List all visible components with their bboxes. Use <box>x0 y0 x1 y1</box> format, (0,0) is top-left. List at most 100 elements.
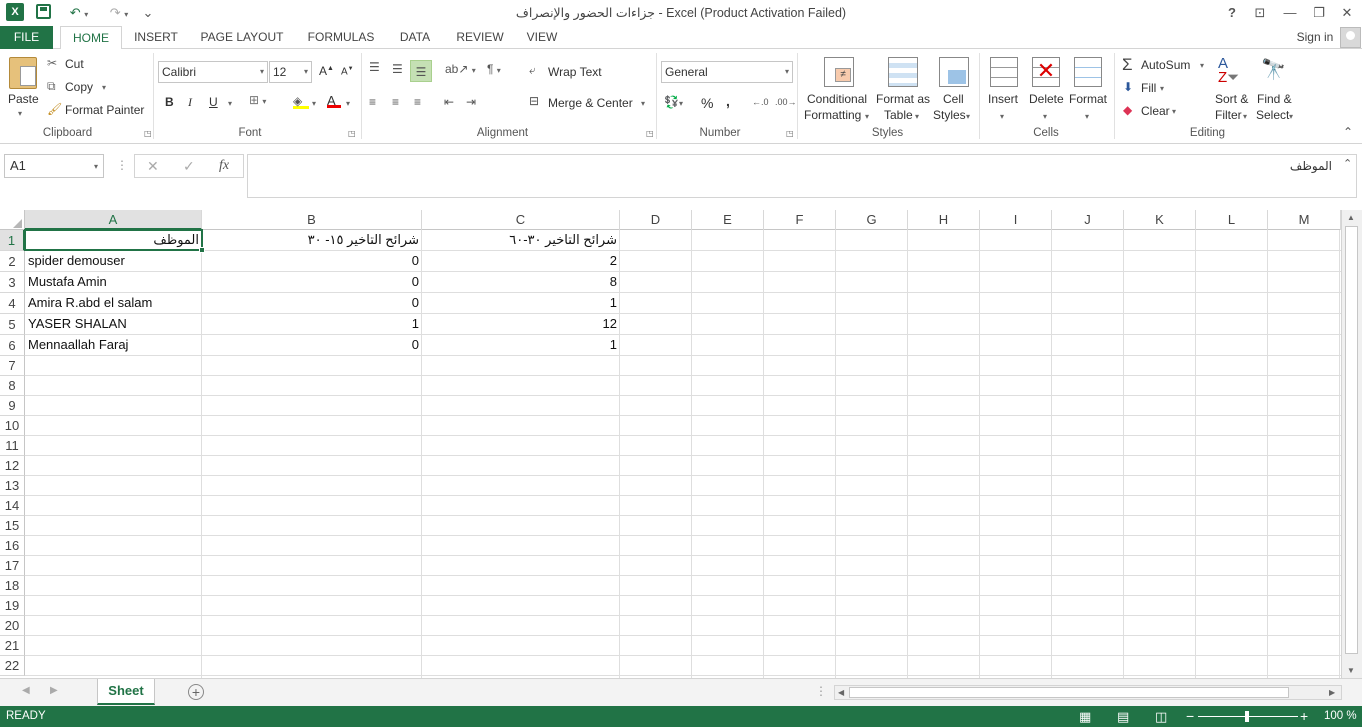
clear-button[interactable]: Clear <box>1141 104 1170 118</box>
cell-c3[interactable]: 8 <box>422 272 620 292</box>
row-header[interactable]: 10 <box>0 416 25 436</box>
row-header[interactable]: 4 <box>0 293 25 314</box>
align-middle-icon[interactable]: ☰ <box>392 62 403 76</box>
row-header[interactable]: 7 <box>0 356 25 376</box>
cell-c5[interactable]: 12 <box>422 314 620 334</box>
cell-a6[interactable]: Mennaallah Faraj <box>25 335 202 355</box>
column-header-f[interactable]: F <box>764 210 836 230</box>
font-launcher-icon[interactable]: ◳ <box>348 129 356 138</box>
expand-formula-icon[interactable]: ⌃ <box>1343 157 1352 170</box>
cell-c2[interactable]: 2 <box>422 251 620 271</box>
normal-view-icon[interactable]: ▦ <box>1079 709 1091 725</box>
insert-function-icon[interactable]: fx <box>219 158 229 174</box>
row-header[interactable]: 12 <box>0 456 25 476</box>
fill-dropdown-icon[interactable]: ▾ <box>1160 84 1164 93</box>
formula-bar-splitter-icon[interactable]: ⋮ <box>116 158 128 172</box>
column-header-j[interactable]: J <box>1052 210 1124 230</box>
select-all-corner[interactable] <box>0 210 25 230</box>
fill-button[interactable]: Fill <box>1141 81 1156 95</box>
sort-filter-button[interactable]: Sort & <box>1215 92 1248 106</box>
find-select-label-2[interactable]: Select <box>1256 108 1289 122</box>
column-header-a[interactable]: A <box>25 210 202 230</box>
cell-styles-button[interactable]: Cell <box>943 92 964 106</box>
conditional-formatting-label-2[interactable]: Formatting <box>804 108 861 122</box>
column-header-i[interactable]: I <box>980 210 1052 230</box>
format-cells-button[interactable]: Format <box>1069 92 1107 106</box>
comma-button[interactable]: , <box>726 93 730 109</box>
tab-view[interactable]: VIEW <box>520 26 564 49</box>
name-box[interactable]: A1 ▾ <box>4 154 104 178</box>
currency-icon[interactable]: 💱▾ <box>664 95 683 109</box>
font-size-select[interactable]: 12 ▾ <box>269 61 312 83</box>
borders-icon[interactable]: ⊞ ▾ <box>249 93 266 107</box>
row-header[interactable]: 15 <box>0 516 25 536</box>
page-break-view-icon[interactable]: ◫ <box>1155 709 1167 725</box>
cell-b1[interactable]: شرائح التاخير ١٥- ٣٠ <box>202 230 422 250</box>
vertical-scroll-thumb[interactable] <box>1345 226 1358 654</box>
new-sheet-icon[interactable]: + <box>188 684 204 700</box>
row-header[interactable]: 22 <box>0 656 25 676</box>
row-header[interactable]: 2 <box>0 251 25 272</box>
row-header[interactable]: 16 <box>0 536 25 556</box>
tab-file[interactable]: FILE <box>0 26 53 49</box>
column-header-k[interactable]: K <box>1124 210 1196 230</box>
paste-dropdown-icon[interactable]: ▾ <box>18 109 22 118</box>
tab-home[interactable]: HOME <box>60 26 122 50</box>
restore-button[interactable]: ❐ <box>1309 3 1329 23</box>
align-left-icon[interactable]: ≡ <box>369 95 376 109</box>
row-header[interactable]: 14 <box>0 496 25 516</box>
ribbon-display-icon[interactable]: ⊡ <box>1251 3 1269 23</box>
sign-in-link[interactable]: Sign in <box>1290 26 1340 49</box>
decrease-indent-icon[interactable]: ⇤ <box>444 95 454 109</box>
autosum-dropdown-icon[interactable]: ▾ <box>1200 61 1204 70</box>
increase-decimal-icon[interactable]: ←.0 <box>752 97 769 107</box>
column-header-d[interactable]: D <box>620 210 692 230</box>
tab-page-layout[interactable]: PAGE LAYOUT <box>196 26 288 49</box>
tab-data[interactable]: DATA <box>392 26 438 49</box>
underline-dropdown-icon[interactable]: ▾ <box>228 99 232 108</box>
column-header-e[interactable]: E <box>692 210 764 230</box>
row-header[interactable]: 20 <box>0 616 25 636</box>
insert-dropdown-icon[interactable]: ▾ <box>1000 112 1004 121</box>
page-layout-view-icon[interactable]: ▤ <box>1117 709 1129 725</box>
format-as-table-label-2[interactable]: Table <box>884 108 913 122</box>
zoom-level[interactable]: 100 % <box>1324 710 1357 722</box>
fill-color-dropdown-icon[interactable]: ▾ <box>312 99 316 108</box>
prev-sheet-icon[interactable]: ◀ <box>22 685 30 696</box>
format-painter-button[interactable]: Format Painter <box>65 103 144 117</box>
find-select-button[interactable]: Find & <box>1257 92 1292 106</box>
minimize-button[interactable]: — <box>1280 3 1300 23</box>
italic-button[interactable]: I <box>188 95 192 110</box>
row-header[interactable]: 3 <box>0 272 25 293</box>
tab-splitter-icon[interactable]: ⋮ <box>815 684 827 698</box>
cell-c4[interactable]: 1 <box>422 293 620 313</box>
close-button[interactable]: ✕ <box>1337 3 1357 23</box>
percent-button[interactable]: % <box>701 95 713 111</box>
clipboard-launcher-icon[interactable]: ◳ <box>144 129 152 138</box>
avatar[interactable] <box>1340 27 1361 48</box>
merge-center-button[interactable]: Merge & Center <box>548 96 633 110</box>
cell-a1[interactable]: الموظف <box>26 230 202 250</box>
row-header[interactable]: 8 <box>0 376 25 396</box>
merge-dropdown-icon[interactable]: ▾ <box>641 99 645 108</box>
cell-c6[interactable]: 1 <box>422 335 620 355</box>
align-right-icon[interactable]: ≡ <box>414 95 421 109</box>
tab-review[interactable]: REVIEW <box>452 26 508 49</box>
vertical-scrollbar[interactable]: ▲ ▼ <box>1341 210 1362 678</box>
row-header[interactable]: 17 <box>0 556 25 576</box>
help-button[interactable]: ? <box>1224 3 1240 23</box>
row-header[interactable]: 1 <box>0 230 25 251</box>
decrease-decimal-icon[interactable]: .00→ <box>775 97 797 107</box>
font-color-dropdown-icon[interactable]: ▾ <box>346 99 350 108</box>
formula-input[interactable]: الموظف <box>247 154 1357 198</box>
cell-b4[interactable]: 0 <box>202 293 422 313</box>
delete-dropdown-icon[interactable]: ▾ <box>1043 112 1047 121</box>
cut-button[interactable]: Cut <box>65 57 84 71</box>
number-format-select[interactable]: General ▾ <box>661 61 793 83</box>
grow-font-icon[interactable]: A▲ <box>319 64 334 78</box>
row-header[interactable]: 9 <box>0 396 25 416</box>
format-dropdown-icon[interactable]: ▾ <box>1085 112 1089 121</box>
insert-cells-button[interactable]: Insert <box>988 92 1018 106</box>
cell-c1[interactable]: شرائح التاخير ٣٠-٦٠ <box>422 230 620 250</box>
zoom-in-icon[interactable]: + <box>1300 708 1308 724</box>
